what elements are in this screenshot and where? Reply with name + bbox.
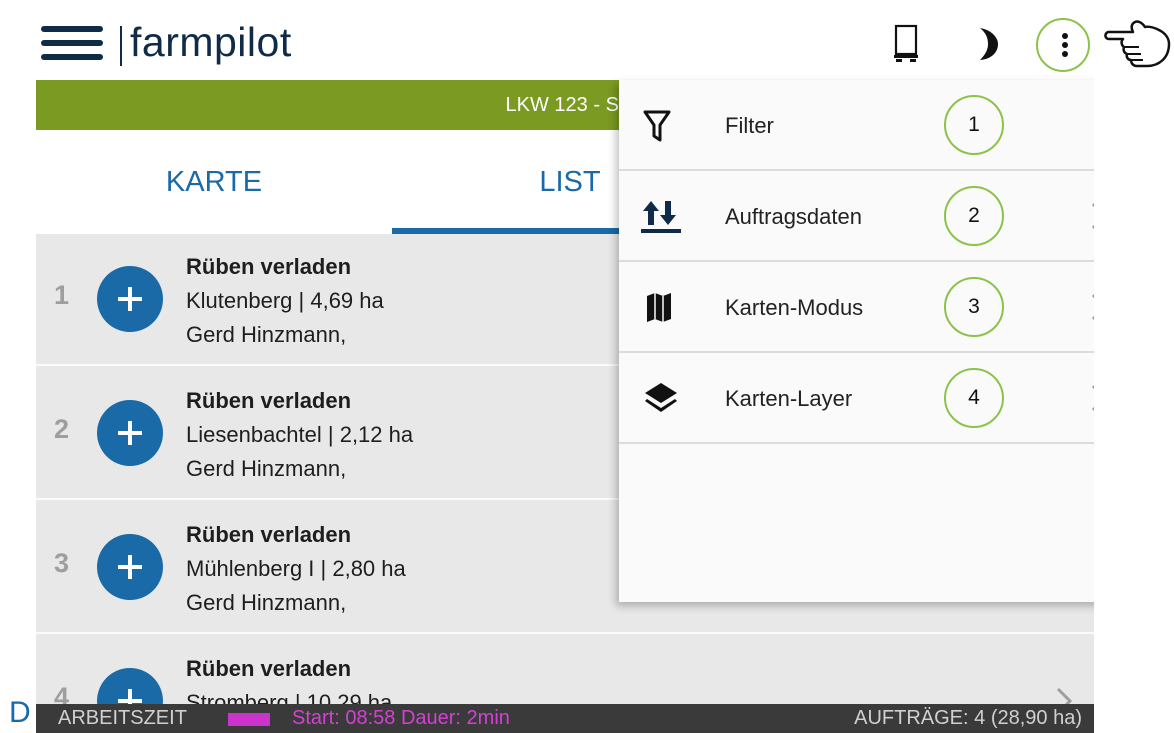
- truck-icon[interactable]: [893, 24, 919, 64]
- chevron-right-icon: [1091, 203, 1094, 229]
- list-item-number: 1: [54, 280, 70, 310]
- callout-badge: 4: [944, 368, 1004, 428]
- hamburger-menu-icon[interactable]: [41, 26, 103, 62]
- list-item-location: Mühlenberg I | 2,80 ha: [186, 556, 406, 581]
- work-time-label: ARBEITSZEIT: [58, 707, 187, 729]
- menu-item-filter[interactable]: Filter 1: [619, 80, 1094, 171]
- status-footer: ARBEITSZEIT Start: 08:58 Dauer: 2min AUF…: [36, 704, 1094, 733]
- app-header: farmpilot: [36, 8, 1094, 80]
- list-item-person: Gerd Hinzmann,: [186, 590, 347, 615]
- list-item-location: Liesenbachtel | 2,12 ha: [186, 422, 414, 447]
- orders-summary: AUFTRÄGE: 4 (28,90 ha): [854, 707, 1082, 729]
- menu-item-karten-modus[interactable]: Karten-Modus 3: [619, 262, 1094, 353]
- menu-item-auftragsdaten[interactable]: Auftragsdaten 2: [619, 171, 1094, 262]
- list-item-number: 3: [54, 548, 70, 578]
- layers-icon: [645, 383, 677, 412]
- app-window: farmpilot LKW 123 - St KARTE LIST 1 Rübe…: [36, 0, 1094, 733]
- callout-badge: 1: [944, 95, 1004, 155]
- more-options-icon[interactable]: [1036, 18, 1090, 72]
- add-icon[interactable]: [97, 400, 163, 466]
- list-item-person: Gerd Hinzmann,: [186, 456, 347, 481]
- app-logo: farmpilot: [130, 19, 292, 65]
- menu-item-label: Karten-Modus: [725, 295, 864, 320]
- menu-item-label: Filter: [725, 113, 774, 138]
- list-item-location: Klutenberg | 4,69 ha: [186, 288, 384, 313]
- list-item-title: Rüben verladen: [186, 656, 352, 681]
- callout-badge: 3: [944, 277, 1004, 337]
- sort-icon: [641, 201, 681, 233]
- work-time-start: Start: 08:58 Dauer: 2min: [292, 707, 510, 729]
- chevron-right-icon: [1091, 294, 1094, 320]
- list-item-title: Rüben verladen: [186, 522, 352, 547]
- map-icon: [647, 293, 671, 322]
- logo-separator: [120, 26, 122, 66]
- moon-icon[interactable]: [972, 26, 1000, 62]
- list-item-person: Gerd Hinzmann,: [186, 322, 347, 347]
- menu-item-label: Karten-Layer: [725, 386, 853, 411]
- add-icon[interactable]: [97, 266, 163, 332]
- filter-icon: [643, 110, 671, 142]
- clipped-letter: D: [9, 696, 31, 729]
- work-time-color-swatch: [228, 713, 270, 726]
- overflow-menu: Filter 1 Auftragsdaten 2 Karten-Modus 3: [619, 80, 1094, 602]
- add-icon[interactable]: [97, 534, 163, 600]
- list-item-title: Rüben verladen: [186, 254, 352, 279]
- list-item-number: 2: [54, 414, 70, 444]
- list-item-title: Rüben verladen: [186, 388, 352, 413]
- callout-badge: 2: [944, 186, 1004, 246]
- pointing-hand-icon: [1104, 20, 1171, 68]
- chevron-right-icon: [1091, 385, 1094, 411]
- menu-item-label: Auftragsdaten: [725, 204, 862, 229]
- tab-liste-label: LIST: [539, 166, 601, 198]
- menu-item-karten-layer[interactable]: Karten-Layer 4: [619, 353, 1094, 444]
- tab-karte[interactable]: KARTE: [36, 130, 392, 234]
